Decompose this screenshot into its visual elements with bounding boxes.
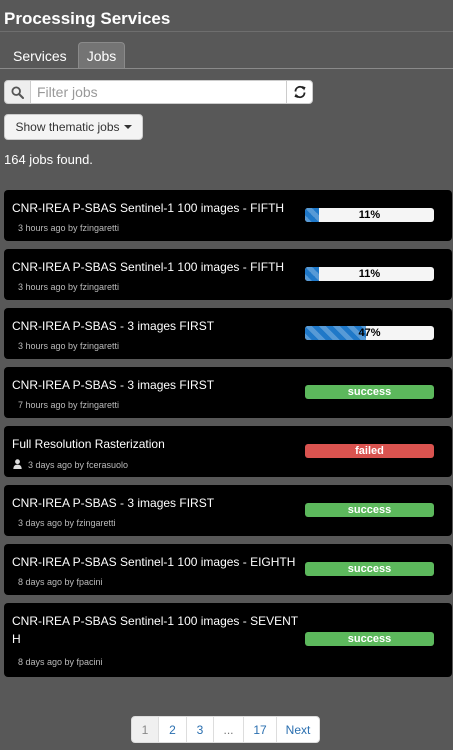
job-meta-text: 3 days ago by fcerasuolo [28, 460, 129, 470]
progress-label: 11% [358, 209, 381, 221]
title-divider [0, 31, 453, 32]
job-card[interactable]: CNR-IREA P-SBAS Sentinel-1 100 images - … [4, 544, 452, 595]
user-icon [13, 459, 22, 471]
job-progress-bar: 47% [305, 326, 434, 340]
next-page-button[interactable]: Next [276, 716, 320, 743]
status-badge: success [305, 503, 434, 517]
job-meta-text: 3 hours ago by fzingaretti [18, 282, 120, 292]
job-meta-text: 8 days ago by fpacini [18, 577, 103, 587]
progress-label: 47% [358, 327, 381, 339]
job-title[interactable]: CNR-IREA P-SBAS Sentinel-1 100 images - … [12, 553, 302, 571]
job-card[interactable]: CNR-IREA P-SBAS - 3 images FIRST 7 hours … [4, 367, 452, 418]
page-button[interactable]: 17 [243, 716, 277, 743]
page-button[interactable]: 3 [186, 716, 214, 743]
job-title[interactable]: CNR-IREA P-SBAS - 3 images FIRST [12, 376, 302, 394]
job-meta: 8 days ago by fpacini [18, 657, 103, 667]
job-title[interactable]: CNR-IREA P-SBAS Sentinel-1 100 images - … [12, 612, 302, 648]
status-badge: failed [305, 444, 434, 458]
jobs-count: 164 jobs found. [4, 152, 93, 167]
tab-services[interactable]: Services [4, 42, 76, 69]
refresh-icon [293, 85, 306, 99]
job-meta: 3 hours ago by fzingaretti [18, 223, 119, 233]
job-title[interactable]: CNR-IREA P-SBAS Sentinel-1 100 images - … [12, 199, 302, 217]
job-meta: 3 hours ago by fzingaretti [18, 341, 119, 351]
job-meta-text: 7 hours ago by fzingaretti [18, 400, 120, 410]
caret-down-icon [123, 125, 132, 129]
search-icon [4, 80, 31, 104]
page-ellipsis: ... [213, 716, 244, 743]
job-title[interactable]: CNR-IREA P-SBAS - 3 images FIRST [12, 317, 302, 335]
job-title[interactable]: CNR-IREA P-SBAS Sentinel-1 100 images - … [12, 258, 302, 276]
job-title[interactable]: CNR-IREA P-SBAS - 3 images FIRST [12, 494, 302, 512]
progress-fill [305, 326, 366, 340]
progress-label: 11% [358, 268, 381, 280]
progress-fill [305, 267, 320, 281]
job-meta: 3 hours ago by fzingaretti [18, 282, 119, 292]
job-card[interactable]: Full Resolution Rasterization 3 days ago … [4, 426, 452, 477]
progress-fill [305, 208, 320, 222]
tab-divider [0, 68, 453, 69]
page-title: Processing Services [4, 9, 171, 28]
page-button[interactable]: 1 [131, 716, 159, 743]
job-meta: 7 hours ago by fzingaretti [18, 400, 119, 410]
status-badge: success [305, 632, 434, 646]
job-card[interactable]: CNR-IREA P-SBAS - 3 images FIRST 3 hours … [4, 308, 452, 359]
tab-jobs[interactable]: Jobs [77, 42, 126, 69]
filter-group [4, 80, 313, 104]
job-meta: 3 days ago by fcerasuolo [13, 459, 128, 471]
job-meta: 8 days ago by fpacini [18, 577, 103, 587]
pagination: 1 2 3... 17 Next [131, 716, 320, 743]
job-meta-text: 3 hours ago by fzingaretti [18, 223, 120, 233]
job-title[interactable]: Full Resolution Rasterization [12, 435, 302, 453]
job-progress-bar: 11% [305, 267, 434, 281]
filter-jobs-input[interactable] [31, 80, 286, 104]
job-card[interactable]: CNR-IREA P-SBAS - 3 images FIRST 3 days a… [4, 485, 452, 536]
job-card[interactable]: CNR-IREA P-SBAS Sentinel-1 100 images - … [4, 603, 452, 677]
job-card[interactable]: CNR-IREA P-SBAS Sentinel-1 100 images - … [4, 190, 452, 241]
thematic-button-label: Show thematic jobs [15, 120, 120, 134]
job-meta-text: 3 hours ago by fzingaretti [18, 341, 120, 351]
page-button[interactable]: 2 [158, 716, 187, 743]
job-meta-text: 3 days ago by fzingaretti [18, 518, 116, 528]
job-progress-bar: 11% [305, 208, 434, 222]
job-card[interactable]: CNR-IREA P-SBAS Sentinel-1 100 images - … [4, 249, 452, 300]
tab-bar: Services Jobs [4, 42, 127, 69]
status-badge: success [305, 562, 434, 576]
job-meta: 3 days ago by fzingaretti [18, 518, 116, 528]
show-thematic-jobs-button[interactable]: Show thematic jobs [4, 114, 143, 140]
refresh-button[interactable] [286, 80, 313, 104]
status-badge: success [305, 385, 434, 399]
job-meta-text: 8 days ago by fpacini [18, 657, 103, 667]
